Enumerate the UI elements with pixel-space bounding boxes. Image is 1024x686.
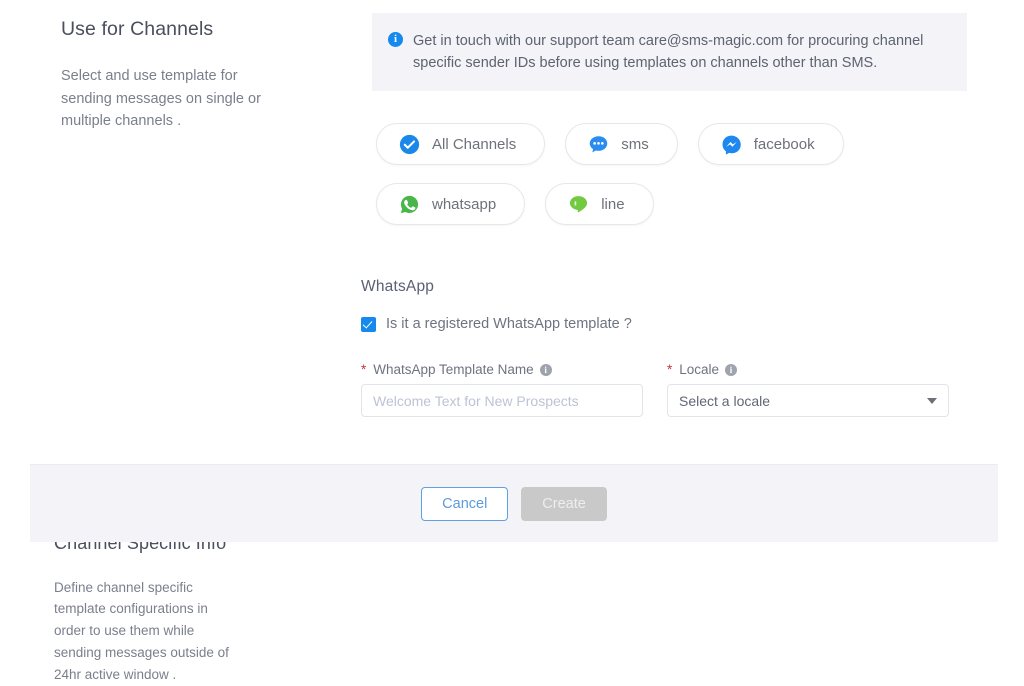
whatsapp-heading: WhatsApp (361, 278, 435, 295)
channels-left-column: Use for Channels Select and use template… (61, 18, 321, 133)
input-placeholder-text: Welcome Text for New Prospects (373, 392, 579, 409)
channels-description: Select and use template for sending mess… (61, 68, 261, 130)
info-icon[interactable]: i (725, 363, 738, 376)
locale-selected-value: Select a locale (679, 392, 771, 409)
info-banner-text: Get in touch with our support team care@… (413, 33, 924, 72)
channel-chip-facebook[interactable]: facebook (697, 123, 844, 165)
channel-chip-label: line (601, 195, 625, 213)
create-button[interactable]: Create (521, 486, 607, 521)
whatsapp-template-name-field: * WhatsApp Template Name i Welcome Text … (361, 362, 643, 417)
required-marker: * (361, 362, 367, 377)
facebook-messenger-icon (722, 135, 741, 155)
channel-chip-all-channels[interactable]: All Channels (376, 123, 546, 165)
check-circle-icon (399, 134, 420, 154)
field-label-text: Locale (679, 362, 720, 377)
info-banner: i Get in touch with our support team car… (372, 13, 967, 92)
channel-chip-whatsapp[interactable]: whatsapp (376, 183, 526, 225)
required-marker: * (667, 362, 673, 377)
channel-chip-label: facebook (753, 135, 815, 153)
field-label-text: WhatsApp Template Name (373, 362, 534, 377)
sms-bubble-icon (589, 135, 608, 152)
registered-template-checkbox-row[interactable]: Is it a registered WhatsApp template ? (361, 316, 632, 332)
cancel-button[interactable]: Cancel (421, 486, 509, 521)
channel-chip-sms[interactable]: sms (565, 123, 678, 165)
page-title: Use for Channels (61, 18, 214, 40)
line-icon (570, 195, 588, 212)
specific-description: Define channel specific template configu… (54, 579, 229, 683)
info-icon[interactable]: i (539, 363, 552, 376)
info-icon: i (388, 32, 403, 47)
whatsapp-icon (400, 195, 419, 213)
registered-template-checkbox[interactable] (361, 316, 376, 332)
channel-chip-list: All Channels sms facebook whatsapp line (376, 123, 896, 225)
channel-specific-info-section: Channel Specific Info Define channel spe… (0, 258, 1024, 682)
channel-chip-label: All Channels (432, 135, 517, 153)
registered-template-checkbox-label: Is it a registered WhatsApp template ? (386, 316, 632, 332)
channel-chip-label: whatsapp (432, 195, 497, 213)
template-channels-page: Use for Channels Select and use template… (0, 0, 1024, 682)
dialog-footer: Cancel Create (30, 464, 998, 542)
use-for-channels-section: Use for Channels Select and use template… (0, 0, 1024, 258)
chevron-down-icon (927, 397, 937, 404)
specific-left-column: Channel Specific Info Define channel spe… (54, 533, 334, 686)
locale-select[interactable]: Select a locale (667, 384, 949, 417)
locale-label: * Locale i (667, 362, 949, 377)
whatsapp-template-name-input[interactable]: Welcome Text for New Prospects (361, 384, 643, 417)
locale-field: * Locale i Select a locale (667, 362, 949, 417)
channel-chip-line[interactable]: line (545, 183, 654, 225)
channel-chip-label: sms (621, 135, 649, 153)
whatsapp-template-name-label: * WhatsApp Template Name i (361, 362, 643, 377)
